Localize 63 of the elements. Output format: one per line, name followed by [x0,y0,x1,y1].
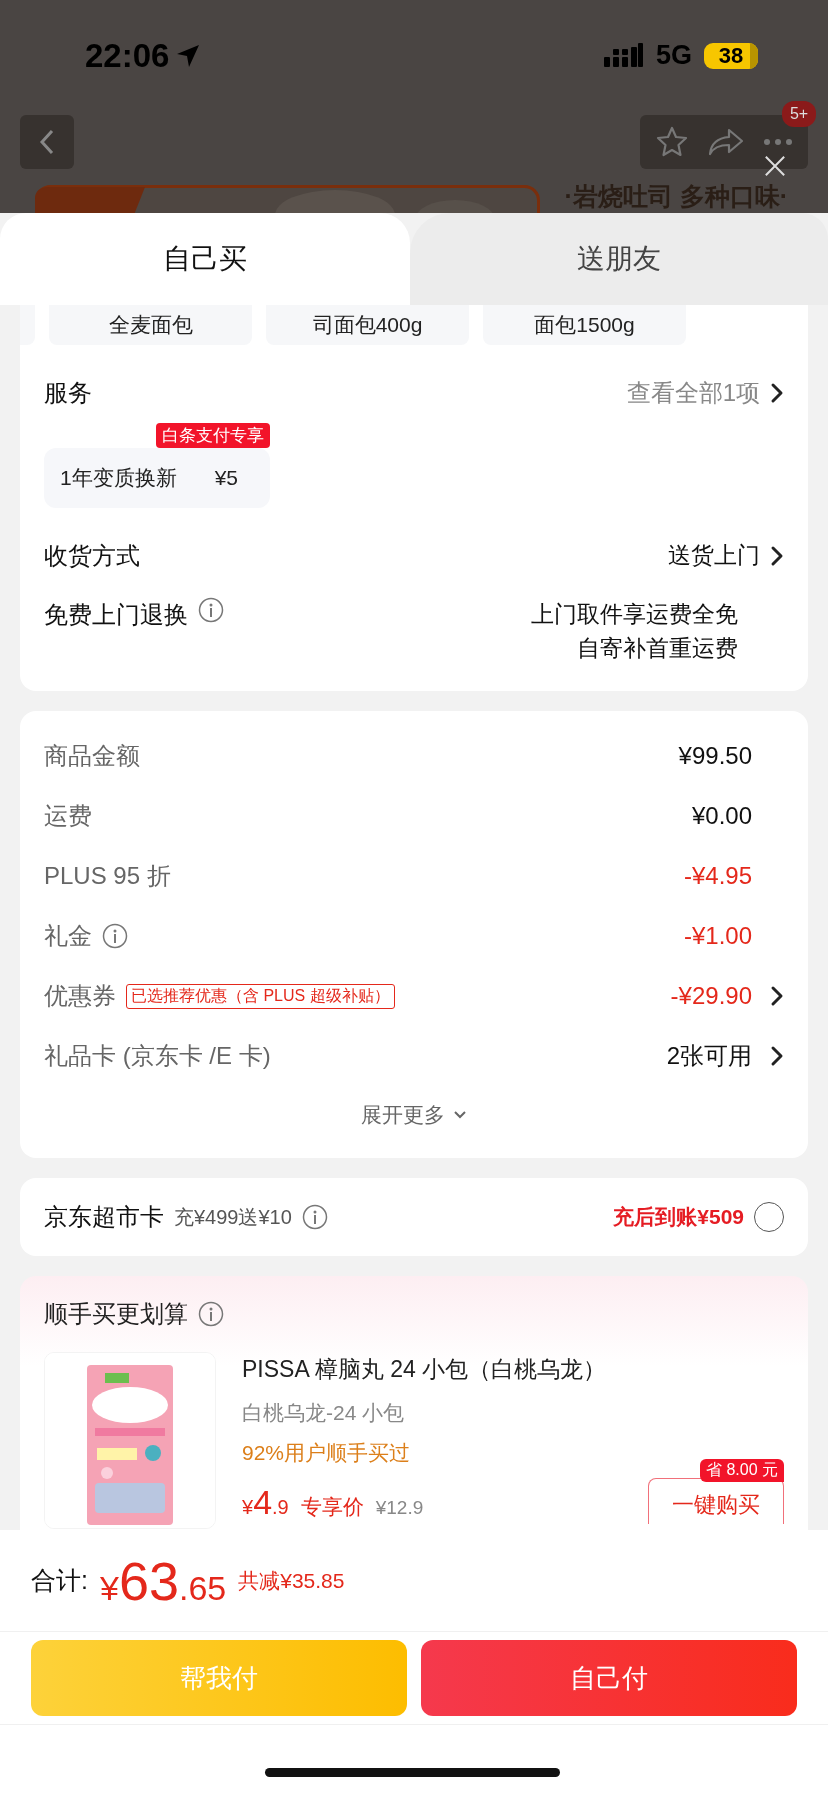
section-title: 顺手买更划算 [44,1299,188,1329]
variant-chip[interactable]: 全麦面包 [49,305,252,345]
back-button[interactable] [20,115,74,169]
chevron-right-icon [770,381,784,404]
cost-label: 礼金 [44,921,92,951]
recharge-offer: 充¥499送¥10 [174,1204,292,1230]
info-icon[interactable] [198,597,224,623]
close-icon[interactable] [764,155,786,177]
total-savings: 共减¥35.85 [238,1567,345,1594]
battery-indicator: 38 [704,42,758,69]
product-price: ¥4.9 [242,1483,289,1522]
returns-note: 自寄补首重运费 [577,634,738,663]
total-amount: ¥63.65 [99,1549,227,1612]
purchase-stat: 92%用户顺手买过 [242,1440,412,1466]
original-price: ¥12.9 [375,1497,424,1519]
returns-note: 上门取件享运费全免 [531,600,738,629]
cost-label: 礼品卡 (京东卡 /E 卡) [44,1041,271,1071]
tab[interactable]: 送朋友 [410,213,828,305]
chevron-right-icon [770,544,784,567]
cost-value: ¥99.50 [678,742,752,770]
coupon-tag: 已选推荐优惠（含 PLUS 超级补贴） [126,983,395,1009]
tab[interactable]: 自己买 [0,213,410,305]
variant-chip[interactable]: 面包1500g [483,305,686,345]
cost-label: PLUS 95 折 [44,861,171,891]
promo-badge: 白条支付专享 [156,423,271,448]
savings-badge: 省 8.00 元 [699,1459,784,1482]
more-icon[interactable] [762,138,793,146]
chevron-down-icon [453,1110,467,1120]
cost-value: -¥4.95 [683,862,752,890]
info-icon[interactable] [102,923,128,949]
pay-button[interactable]: 自己付 [421,1640,797,1716]
product-spec: 白桃乌龙-24 小包 [242,1400,406,1426]
notification-badge: 5+ [782,101,816,127]
delivery-label: 收货方式 [44,540,140,571]
network-label: 5G [655,40,692,71]
expand-more-button[interactable]: 展开更多 [361,1101,467,1129]
signal-icon [603,42,644,69]
section-title: 服务 [44,377,92,408]
quick-buy-button[interactable]: 一键购买 [648,1478,784,1524]
cost-value: ¥0.00 [691,802,752,830]
price-label: 专享价 [300,1494,364,1520]
cost-label: 运费 [44,801,92,831]
share-icon[interactable] [708,127,744,157]
delivery-value[interactable]: 送货上门 [668,540,760,571]
status-time: 22:06 [85,36,170,76]
service-option[interactable]: 1年变质换新 ¥5 [44,448,271,508]
recharge-result: 充后到账¥509 [613,1204,744,1230]
info-icon[interactable] [301,1204,328,1230]
returns-label: 免费上门退换 [44,600,188,630]
card-title: 京东超市卡 [44,1202,164,1232]
location-arrow-icon [175,43,202,69]
star-icon[interactable] [655,125,690,159]
cost-value: 2张可用 [666,1041,752,1071]
cost-label: 优惠券 [44,981,116,1011]
total-label: 合计: [31,1565,88,1596]
cost-value: -¥29.90 [670,982,752,1010]
cost-label: 商品金额 [44,741,140,771]
product-title[interactable]: PISSA 樟脑丸 24 小包（白桃乌龙） [242,1354,784,1385]
view-all-link[interactable]: 查看全部1项 [626,376,760,409]
info-icon[interactable] [198,1301,224,1327]
back-icon [39,128,55,156]
cost-value: -¥1.00 [683,922,752,950]
variant-chip[interactable]: 司面包400g [266,305,469,345]
